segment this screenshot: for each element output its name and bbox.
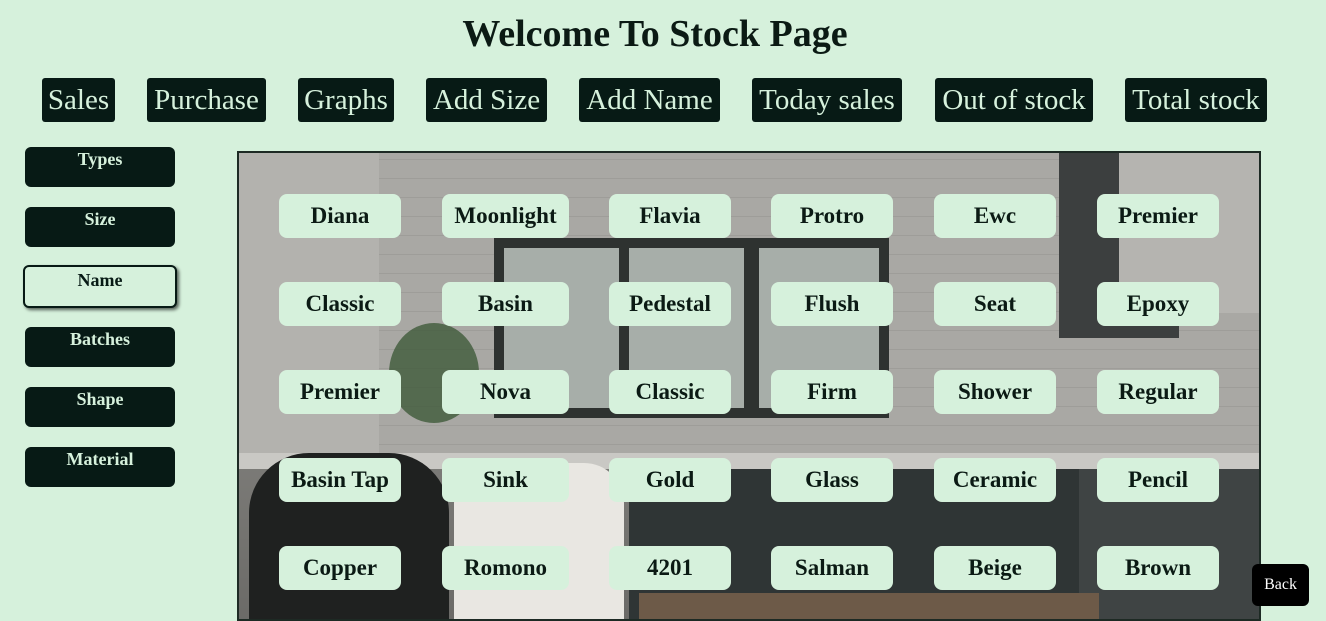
name-chip[interactable]: Premier <box>1097 194 1219 238</box>
name-chip[interactable]: Brown <box>1097 546 1219 590</box>
nav-total-stock-button[interactable]: Total stock <box>1125 78 1267 122</box>
name-chip[interactable]: Flush <box>771 282 893 326</box>
name-chip[interactable]: Pencil <box>1097 458 1219 502</box>
sidebar-types-button[interactable]: Types <box>25 147 175 187</box>
back-button[interactable]: Back <box>1252 564 1309 606</box>
nav-purchase-button[interactable]: Purchase <box>147 78 266 122</box>
name-chip[interactable]: Protro <box>771 194 893 238</box>
sidebar-shape-button[interactable]: Shape <box>25 387 175 427</box>
nav-add-size-button[interactable]: Add Size <box>426 78 547 122</box>
name-chip[interactable]: Premier <box>279 370 401 414</box>
name-chip[interactable]: Gold <box>609 458 731 502</box>
name-chip[interactable]: Sink <box>442 458 569 502</box>
background-image-floor <box>639 593 1099 619</box>
sidebar-size-button[interactable]: Size <box>25 207 175 247</box>
name-chip[interactable]: Epoxy <box>1097 282 1219 326</box>
name-chip[interactable]: Nova <box>442 370 569 414</box>
name-chip[interactable]: Basin <box>442 282 569 326</box>
name-chip[interactable]: Diana <box>279 194 401 238</box>
nav-out-of-stock-button[interactable]: Out of stock <box>935 78 1093 122</box>
name-chip[interactable]: Flavia <box>609 194 731 238</box>
name-chip[interactable]: Ceramic <box>934 458 1056 502</box>
name-chip[interactable]: Beige <box>934 546 1056 590</box>
sidebar-name-button[interactable]: Name <box>23 265 177 308</box>
name-chip[interactable]: 4201 <box>609 546 731 590</box>
name-chip[interactable]: Firm <box>771 370 893 414</box>
name-chip[interactable]: Shower <box>934 370 1056 414</box>
name-chip[interactable]: Regular <box>1097 370 1219 414</box>
nav-add-name-button[interactable]: Add Name <box>579 78 720 122</box>
name-chip[interactable]: Pedestal <box>609 282 731 326</box>
nav-sales-button[interactable]: Sales <box>42 78 115 122</box>
names-panel: Diana Moonlight Flavia Protro Ewc Premie… <box>237 151 1261 621</box>
nav-graphs-button[interactable]: Graphs <box>298 78 394 122</box>
name-chip[interactable]: Moonlight <box>442 194 569 238</box>
name-chip[interactable]: Classic <box>279 282 401 326</box>
name-chip[interactable]: Glass <box>771 458 893 502</box>
name-chip[interactable]: Copper <box>279 546 401 590</box>
name-chip[interactable]: Romono <box>442 546 569 590</box>
name-chip[interactable]: Ewc <box>934 194 1056 238</box>
sidebar-material-button[interactable]: Material <box>25 447 175 487</box>
sidebar-batches-button[interactable]: Batches <box>25 327 175 367</box>
name-chip[interactable]: Basin Tap <box>279 458 401 502</box>
nav-today-sales-button[interactable]: Today sales <box>752 78 902 122</box>
page-title: Welcome To Stock Page <box>462 13 848 55</box>
name-chip[interactable]: Seat <box>934 282 1056 326</box>
name-chip[interactable]: Salman <box>771 546 893 590</box>
name-chip[interactable]: Classic <box>609 370 731 414</box>
